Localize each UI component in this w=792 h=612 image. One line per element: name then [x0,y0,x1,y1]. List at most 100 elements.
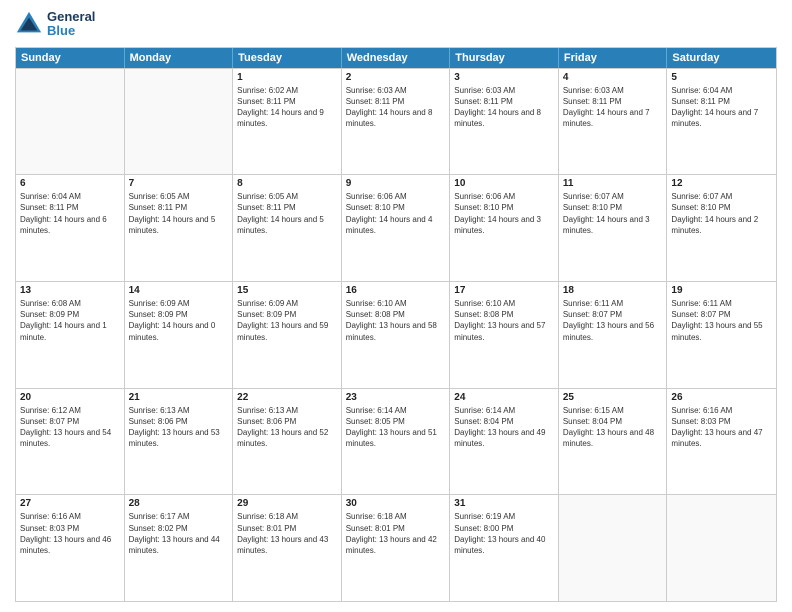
calendar: SundayMondayTuesdayWednesdayThursdayFrid… [15,47,777,602]
day-info: Sunrise: 6:16 AM Sunset: 8:03 PM Dayligh… [671,405,772,450]
day-number: 29 [237,498,337,509]
day-info: Sunrise: 6:13 AM Sunset: 8:06 PM Dayligh… [237,405,337,450]
calendar-cell [125,69,234,175]
calendar-cell: 31 Sunrise: 6:19 AM Sunset: 8:00 PM Dayli… [450,495,559,601]
calendar-row: 6 Sunrise: 6:04 AM Sunset: 8:11 PM Daylig… [16,174,776,281]
day-info: Sunrise: 6:07 AM Sunset: 8:10 PM Dayligh… [671,191,772,236]
calendar-cell: 4 Sunrise: 6:03 AM Sunset: 8:11 PM Daylig… [559,69,668,175]
weekday-header: Friday [559,48,668,68]
day-number: 28 [129,498,229,509]
calendar-cell: 28 Sunrise: 6:17 AM Sunset: 8:02 PM Dayli… [125,495,234,601]
weekday-header: Monday [125,48,234,68]
calendar-cell: 23 Sunrise: 6:14 AM Sunset: 8:05 PM Dayli… [342,389,451,495]
calendar-cell: 1Sunrise: 6:02 AM Sunset: 8:11 PM Daylig… [233,69,342,175]
day-info: Sunrise: 6:18 AM Sunset: 8:01 PM Dayligh… [237,511,337,556]
calendar-cell [16,69,125,175]
calendar-cell: 30Sunrise: 6:18 AM Sunset: 8:01 PM Dayli… [342,495,451,601]
day-info: Sunrise: 6:05 AM Sunset: 8:11 PM Dayligh… [129,191,229,236]
day-number: 21 [129,392,229,403]
page: General Blue SundayMondayTuesdayWednesda… [0,0,792,612]
calendar-cell: 29 Sunrise: 6:18 AM Sunset: 8:01 PM Dayli… [233,495,342,601]
logo: General Blue [15,10,95,39]
weekday-header: Wednesday [342,48,451,68]
weekday-header: Sunday [16,48,125,68]
day-number: 9 [346,178,446,189]
calendar-cell: 5 Sunrise: 6:04 AM Sunset: 8:11 PM Daylig… [667,69,776,175]
day-info: Sunrise: 6:03 AM Sunset: 8:11 PM Dayligh… [346,85,446,130]
day-info: Sunrise: 6:17 AM Sunset: 8:02 PM Dayligh… [129,511,229,556]
day-number: 20 [20,392,120,403]
day-number: 3 [454,72,554,83]
calendar-cell: 2 Sunrise: 6:03 AM Sunset: 8:11 PM Daylig… [342,69,451,175]
logo-text: General Blue [47,10,95,39]
calendar-header: SundayMondayTuesdayWednesdayThursdayFrid… [16,48,776,68]
day-info: Sunrise: 6:16 AM Sunset: 8:03 PM Dayligh… [20,511,120,556]
calendar-cell: 12 Sunrise: 6:07 AM Sunset: 8:10 PM Dayli… [667,175,776,281]
day-info: Sunrise: 6:11 AM Sunset: 8:07 PM Dayligh… [671,298,772,343]
calendar-row: 1Sunrise: 6:02 AM Sunset: 8:11 PM Daylig… [16,68,776,175]
calendar-cell: 19 Sunrise: 6:11 AM Sunset: 8:07 PM Dayli… [667,282,776,388]
calendar-cell: 3 Sunrise: 6:03 AM Sunset: 8:11 PM Daylig… [450,69,559,175]
calendar-cell: 25 Sunrise: 6:15 AM Sunset: 8:04 PM Dayli… [559,389,668,495]
day-number: 7 [129,178,229,189]
day-number: 6 [20,178,120,189]
day-info: Sunrise: 6:14 AM Sunset: 8:04 PM Dayligh… [454,405,554,450]
day-number: 2 [346,72,446,83]
day-info: Sunrise: 6:09 AM Sunset: 8:09 PM Dayligh… [129,298,229,343]
day-info: Sunrise: 6:15 AM Sunset: 8:04 PM Dayligh… [563,405,663,450]
day-number: 14 [129,285,229,296]
day-info: Sunrise: 6:07 AM Sunset: 8:10 PM Dayligh… [563,191,663,236]
day-number: 27 [20,498,120,509]
day-number: 26 [671,392,772,403]
day-number: 8 [237,178,337,189]
day-info: Sunrise: 6:04 AM Sunset: 8:11 PM Dayligh… [20,191,120,236]
day-info: Sunrise: 6:11 AM Sunset: 8:07 PM Dayligh… [563,298,663,343]
day-number: 4 [563,72,663,83]
calendar-cell: 11Sunrise: 6:07 AM Sunset: 8:10 PM Dayli… [559,175,668,281]
calendar-cell: 13Sunrise: 6:08 AM Sunset: 8:09 PM Dayli… [16,282,125,388]
day-number: 24 [454,392,554,403]
day-number: 31 [454,498,554,509]
day-info: Sunrise: 6:19 AM Sunset: 8:00 PM Dayligh… [454,511,554,556]
day-info: Sunrise: 6:06 AM Sunset: 8:10 PM Dayligh… [346,191,446,236]
day-info: Sunrise: 6:06 AM Sunset: 8:10 PM Dayligh… [454,191,554,236]
day-info: Sunrise: 6:09 AM Sunset: 8:09 PM Dayligh… [237,298,337,343]
day-number: 19 [671,285,772,296]
day-number: 17 [454,285,554,296]
calendar-body: 1Sunrise: 6:02 AM Sunset: 8:11 PM Daylig… [16,68,776,601]
calendar-cell: 21Sunrise: 6:13 AM Sunset: 8:06 PM Dayli… [125,389,234,495]
day-number: 5 [671,72,772,83]
day-number: 15 [237,285,337,296]
calendar-cell: 14 Sunrise: 6:09 AM Sunset: 8:09 PM Dayli… [125,282,234,388]
day-number: 16 [346,285,446,296]
day-info: Sunrise: 6:05 AM Sunset: 8:11 PM Dayligh… [237,191,337,236]
day-info: Sunrise: 6:14 AM Sunset: 8:05 PM Dayligh… [346,405,446,450]
day-info: Sunrise: 6:04 AM Sunset: 8:11 PM Dayligh… [671,85,772,130]
day-info: Sunrise: 6:10 AM Sunset: 8:08 PM Dayligh… [454,298,554,343]
day-number: 23 [346,392,446,403]
calendar-cell: 27 Sunrise: 6:16 AM Sunset: 8:03 PM Dayli… [16,495,125,601]
day-number: 25 [563,392,663,403]
day-number: 22 [237,392,337,403]
day-info: Sunrise: 6:03 AM Sunset: 8:11 PM Dayligh… [454,85,554,130]
calendar-cell: 22 Sunrise: 6:13 AM Sunset: 8:06 PM Dayli… [233,389,342,495]
calendar-cell: 20 Sunrise: 6:12 AM Sunset: 8:07 PM Dayli… [16,389,125,495]
day-number: 12 [671,178,772,189]
calendar-cell: 26 Sunrise: 6:16 AM Sunset: 8:03 PM Dayli… [667,389,776,495]
day-info: Sunrise: 6:03 AM Sunset: 8:11 PM Dayligh… [563,85,663,130]
day-info: Sunrise: 6:12 AM Sunset: 8:07 PM Dayligh… [20,405,120,450]
day-number: 10 [454,178,554,189]
day-number: 13 [20,285,120,296]
calendar-cell: 17 Sunrise: 6:10 AM Sunset: 8:08 PM Dayli… [450,282,559,388]
calendar-cell: 18Sunrise: 6:11 AM Sunset: 8:07 PM Dayli… [559,282,668,388]
calendar-cell [559,495,668,601]
calendar-cell: 6 Sunrise: 6:04 AM Sunset: 8:11 PM Daylig… [16,175,125,281]
calendar-cell: 9 Sunrise: 6:06 AM Sunset: 8:10 PM Daylig… [342,175,451,281]
day-info: Sunrise: 6:18 AM Sunset: 8:01 PM Dayligh… [346,511,446,556]
calendar-cell: 10 Sunrise: 6:06 AM Sunset: 8:10 PM Dayli… [450,175,559,281]
weekday-header: Thursday [450,48,559,68]
calendar-cell: 16Sunrise: 6:10 AM Sunset: 8:08 PM Dayli… [342,282,451,388]
logo-icon [15,10,43,38]
weekday-header: Saturday [667,48,776,68]
calendar-cell [667,495,776,601]
